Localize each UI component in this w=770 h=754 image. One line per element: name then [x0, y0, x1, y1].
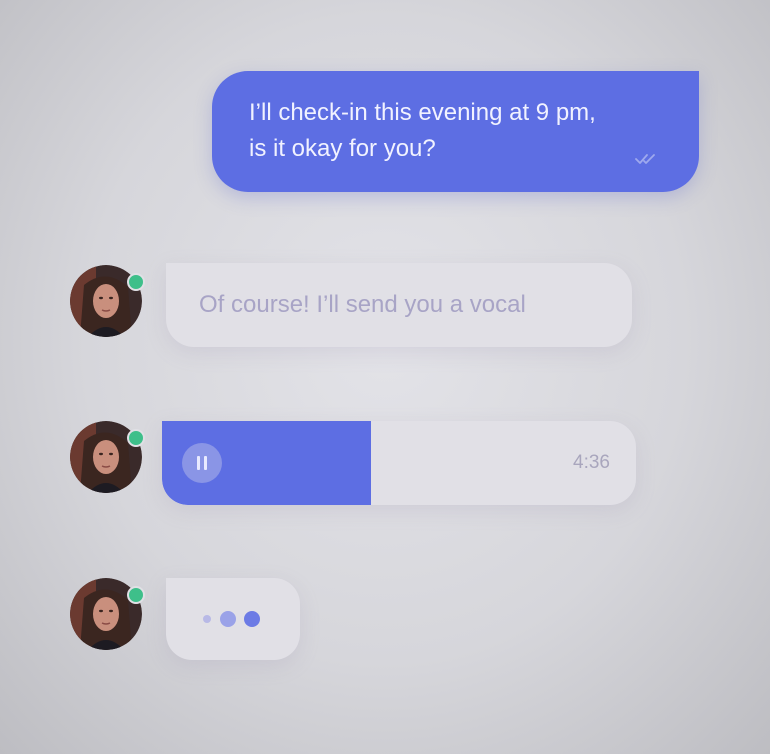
voice-message-bubble[interactable]: 4:36 — [162, 421, 636, 505]
incoming-message-bubble[interactable]: Of course! I’ll send you a vocal — [166, 263, 632, 347]
message-text-line-2: is it okay for you? — [249, 135, 436, 162]
double-check-icon — [635, 154, 655, 164]
contact-avatar[interactable] — [70, 578, 145, 650]
online-status-dot — [127, 586, 145, 604]
online-status-dot — [127, 273, 145, 291]
typing-indicator-bubble — [166, 578, 300, 660]
chat-thread: I’ll check-in this evening at 9 pm, is i… — [0, 0, 770, 754]
pause-button[interactable] — [182, 443, 222, 483]
contact-avatar[interactable] — [70, 265, 145, 337]
incoming-message-text: Of course! I’ll send you a vocal — [199, 291, 526, 318]
message-text-line-1: I’ll check-in this evening at 9 pm, — [249, 99, 596, 126]
pause-icon — [195, 456, 209, 470]
voice-duration: 4:36 — [573, 452, 610, 473]
contact-avatar[interactable] — [70, 421, 145, 493]
online-status-dot — [127, 429, 145, 447]
outgoing-message-bubble[interactable]: I’ll check-in this evening at 9 pm, is i… — [212, 71, 699, 192]
